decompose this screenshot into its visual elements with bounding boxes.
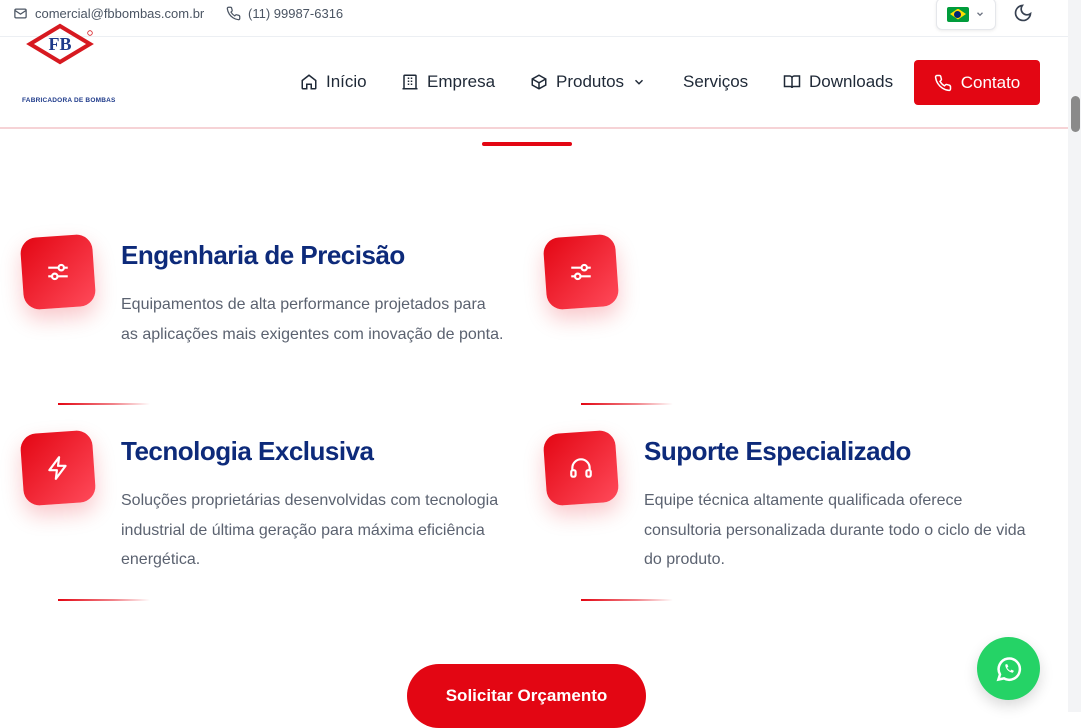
feature-title: Tecnologia Exclusiva [121,436,374,466]
nav-label: Serviços [683,72,749,91]
top-bar: comercial@fbbombas.com.br (11) 99987-631… [0,0,1068,37]
sliders-icon [571,263,591,281]
request-quote-label: Solicitar Orçamento [445,686,608,705]
nav-label: Início [326,72,367,91]
feature-description: Equipe técnica altamente qualificada ofe… [644,492,1026,568]
nav-produtos[interactable]: Produtos [530,72,646,92]
building-icon [402,74,418,90]
whatsapp-icon [996,656,1021,681]
feature-description: Soluções proprietárias desenvolvidas com… [121,492,499,568]
fb-logo-icon: FB [26,23,94,65]
sliders-icon [48,263,68,281]
email-link[interactable]: comercial@fbbombas.com.br [13,6,204,21]
nav-empresa[interactable]: Empresa [401,72,495,92]
brazil-flag-icon [947,6,969,22]
phone-icon [934,74,951,91]
lightning-icon [48,456,67,480]
whatsapp-button[interactable] [977,637,1040,700]
feature-icon-box [19,233,97,311]
feature-divider [58,599,150,601]
logo[interactable]: FB [22,22,104,72]
chevron-down-icon [635,79,644,85]
feature-description: Equipamentos de alta performance projeta… [121,296,504,343]
feature-icon-box [19,429,97,507]
nav-downloads[interactable]: Downloads [783,72,893,92]
faded-background-text [205,46,855,60]
phone-link[interactable]: (11) 99987-6316 [226,6,343,21]
mail-icon [14,8,27,19]
language-selector[interactable] [936,0,996,30]
email-text: comercial@fbbombas.com.br [35,6,205,21]
feature-title: Engenharia de Precisão [121,240,405,270]
chevron-down-icon [977,12,983,17]
logo-letters: FB [48,34,71,54]
headset-icon [570,458,592,478]
contact-button-label: Contato [960,72,1021,92]
feature-icon-box [542,233,620,311]
phone-icon [226,6,241,21]
book-icon [783,75,801,89]
nav-label: Produtos [556,72,625,91]
scrollbar-thumb[interactable] [1071,96,1080,132]
feature-icon-box [542,429,620,507]
contact-button[interactable]: Contato [914,60,1040,105]
package-icon [531,74,547,90]
nav-label: Downloads [809,72,894,91]
feature-divider [581,403,673,405]
feature-divider [58,403,150,405]
home-icon [301,74,317,90]
feature-title: Suporte Especializado [644,436,911,466]
logo-tagline: FABRICADORA DE BOMBAS [22,97,116,104]
phone-text: (11) 99987-6316 [248,6,344,21]
moon-icon[interactable] [1013,3,1033,23]
nav-servicos[interactable]: Serviços [683,72,748,92]
request-quote-button[interactable]: Solicitar Orçamento [407,664,646,728]
nav-label: Empresa [427,72,496,91]
section-divider [482,142,572,146]
nav-inicio[interactable]: Início [300,72,367,92]
feature-divider [581,599,673,601]
